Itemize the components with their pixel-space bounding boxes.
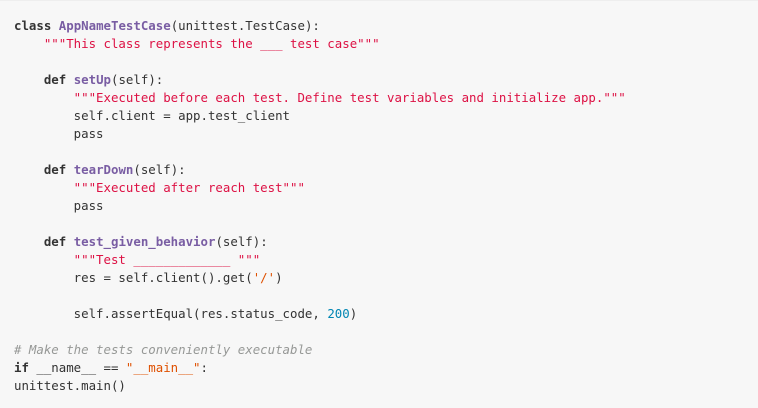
code-text: __name__ ==: [28, 360, 126, 375]
code-line-10-docstring: """Executed after reach test""": [14, 180, 305, 195]
keyword-def: def: [43, 234, 67, 249]
code-line-7: pass: [14, 126, 104, 141]
keyword-def: def: [43, 162, 67, 177]
number-literal: 200: [327, 306, 350, 321]
code-line-2-docstring: """This class represents the ___ test ca…: [14, 36, 380, 51]
string-literal: '/': [252, 270, 276, 285]
code-text: ): [275, 270, 283, 285]
code-line-6: self.client = app.test_client: [14, 108, 291, 123]
code-line-17: self.assertEqual(res.status_code, 200): [14, 305, 758, 323]
function-params: (self):: [111, 72, 164, 87]
function-name-teardown: tearDown: [73, 162, 134, 177]
code-line-13: def test_given_behavior(self):: [14, 233, 758, 251]
function-name-setup: setUp: [73, 72, 112, 87]
function-params: (self):: [133, 162, 186, 177]
code-line-14-docstring: """Test _____________ """: [14, 252, 261, 267]
code-line-1: class AppNameTestCase(unittest.TestCase)…: [14, 17, 758, 35]
code-text: ): [349, 306, 358, 321]
function-name-test: test_given_behavior: [73, 234, 216, 249]
keyword-class: class: [14, 18, 52, 33]
code-text: :: [200, 360, 208, 375]
code-line-9: def tearDown(self):: [14, 161, 758, 179]
function-params: (self):: [215, 234, 268, 249]
keyword-def: def: [43, 72, 67, 87]
code-line-20: if __name__ == "__main__":: [14, 359, 758, 377]
code-line-15: res = self.client().get('/'): [14, 269, 758, 287]
code-block: class AppNameTestCase(unittest.TestCase)…: [0, 0, 758, 408]
class-name: AppNameTestCase: [58, 18, 171, 33]
code-line-4: def setUp(self):: [14, 71, 758, 89]
code-line-5-docstring: """Executed before each test. Define tes…: [14, 90, 626, 105]
code-text: self.assertEqual(res.status_code,: [14, 306, 328, 321]
class-base: (unittest.TestCase):: [170, 18, 320, 33]
keyword-if: if: [14, 360, 29, 375]
code-line-11: pass: [14, 198, 104, 213]
code-text: res = self.client().get(: [14, 270, 253, 285]
string-literal: "__main__": [125, 360, 201, 375]
code-comment: # Make the tests conveniently executable: [14, 342, 313, 357]
code-line-21: unittest.main(): [14, 378, 126, 393]
